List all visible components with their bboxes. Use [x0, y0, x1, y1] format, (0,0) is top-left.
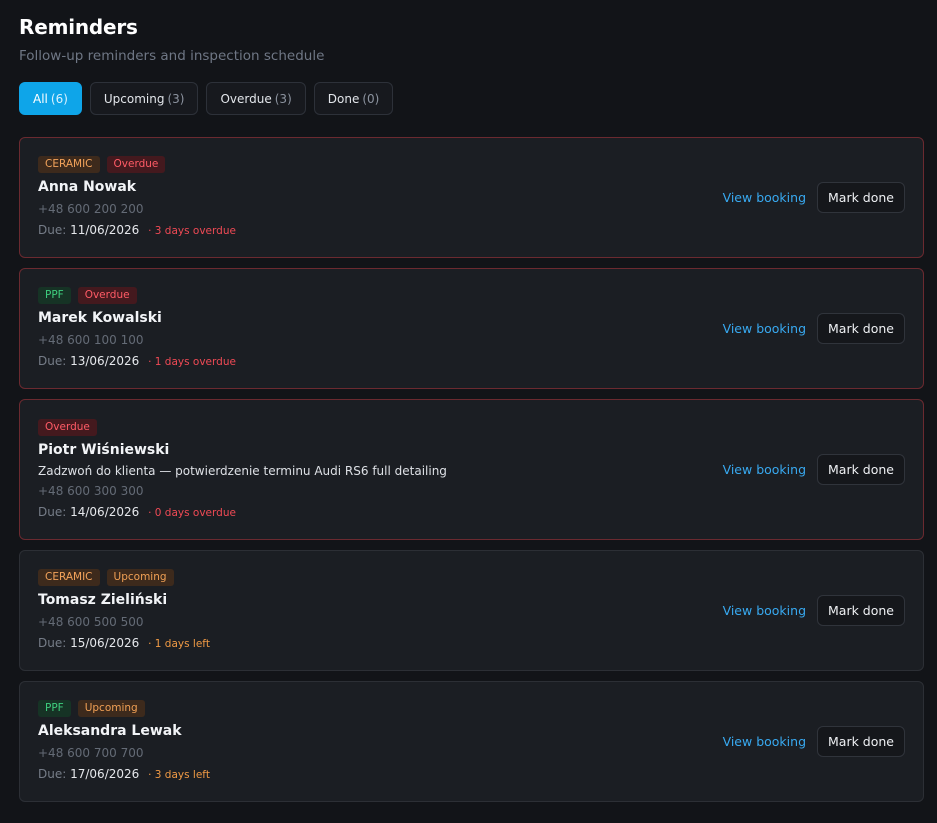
filter-tab-upcoming[interactable]: Upcoming (3): [89, 82, 199, 115]
due-label: Due:: [38, 504, 67, 519]
view-booking-link[interactable]: View booking: [723, 321, 806, 336]
reminder-actions: View booking Mark done: [723, 182, 905, 213]
due-line: Due: 17/06/2026 · 3 days left: [38, 766, 210, 783]
reminder-tags: PPF Overdue: [38, 287, 236, 304]
service-tag: PPF: [38, 700, 71, 717]
client-phone: +48 600 200 200: [38, 202, 144, 216]
service-tag: PPF: [38, 287, 71, 304]
due-delta: · 0 days overdue: [148, 506, 236, 519]
filter-tabs: All (6) Upcoming (3) Overdue (3) Done (0…: [19, 82, 924, 115]
reminder-details: PPF Upcoming Aleksandra Lewak +48 600 70…: [38, 700, 210, 783]
filter-tab-all[interactable]: All (6): [19, 82, 82, 115]
due-date: 15/06/2026: [70, 636, 140, 650]
client-phone: +48 600 500 500: [38, 615, 144, 629]
client-phone: +48 600 700 700: [38, 746, 144, 760]
due-line: Due: 13/06/2026 · 1 days overdue: [38, 353, 236, 370]
reminder-actions: View booking Mark done: [723, 726, 905, 757]
view-booking-link[interactable]: View booking: [723, 603, 806, 618]
client-phone: +48 600 300 300: [38, 483, 144, 498]
mark-done-button[interactable]: Mark done: [817, 595, 905, 626]
client-phone: +48 600 100 100: [38, 333, 144, 347]
page-title: Reminders: [19, 15, 138, 39]
status-badge: Overdue: [106, 156, 166, 173]
due-date: 11/06/2026: [70, 223, 140, 237]
reminder-actions: View booking Mark done: [723, 313, 905, 344]
filter-label: Upcoming: [103, 91, 165, 106]
status-badge: Overdue: [77, 287, 137, 304]
mark-done-button[interactable]: Mark done: [817, 726, 905, 757]
mark-done-button[interactable]: Mark done: [817, 182, 905, 213]
due-delta: · 3 days overdue: [148, 225, 236, 237]
due-line: Due: 11/06/2026 · 3 days overdue: [38, 222, 236, 239]
reminder-details: CERAMIC Overdue Anna Nowak +48 600 200 2…: [38, 156, 236, 239]
reminder-note: Zadzwoń do klienta — potwierdzenie termi…: [38, 463, 447, 478]
due-line: Due: 15/06/2026 · 1 days left: [38, 635, 210, 652]
due-date: 14/06/2026: [70, 504, 140, 519]
due-date: 13/06/2026: [70, 354, 140, 368]
reminder-details: Overdue Piotr Wiśniewski Zadzwoń do klie…: [38, 418, 447, 521]
filter-label: Overdue: [220, 91, 272, 106]
reminder-list: CERAMIC Overdue Anna Nowak +48 600 200 2…: [19, 137, 924, 802]
due-label: Due:: [38, 354, 67, 368]
due-label: Due:: [38, 767, 67, 781]
reminder-tags: PPF Upcoming: [38, 700, 210, 717]
reminder-card: CERAMIC Overdue Anna Nowak +48 600 200 2…: [19, 137, 924, 258]
due-label: Due:: [38, 636, 67, 650]
view-booking-link[interactable]: View booking: [723, 734, 806, 749]
service-tag: CERAMIC: [38, 156, 100, 173]
status-badge: Upcoming: [77, 700, 145, 717]
reminder-card: CERAMIC Upcoming Tomasz Zieliński +48 60…: [19, 550, 924, 671]
client-name: Marek Kowalski: [38, 310, 162, 326]
filter-tab-overdue[interactable]: Overdue (3): [206, 82, 306, 115]
due-delta: · 3 days left: [148, 769, 210, 781]
reminders-page: Reminders Follow-up reminders and inspec…: [0, 0, 937, 802]
reminder-details: PPF Overdue Marek Kowalski +48 600 100 1…: [38, 287, 236, 370]
mark-done-button[interactable]: Mark done: [817, 454, 905, 485]
service-tag: CERAMIC: [38, 569, 100, 586]
reminder-card: PPF Upcoming Aleksandra Lewak +48 600 70…: [19, 681, 924, 802]
client-name: Tomasz Zieliński: [38, 592, 168, 608]
filter-tab-done[interactable]: Done (0): [313, 82, 394, 115]
due-line: Due: 14/06/2026 · 0 days overdue: [38, 504, 447, 521]
filter-label: All: [33, 91, 48, 106]
reminder-tags: CERAMIC Upcoming: [38, 569, 210, 586]
client-name: Piotr Wiśniewski: [38, 441, 170, 458]
mark-done-button[interactable]: Mark done: [817, 313, 905, 344]
client-name: Anna Nowak: [38, 179, 137, 195]
filter-label: Done: [327, 91, 360, 106]
reminder-card: PPF Overdue Marek Kowalski +48 600 100 1…: [19, 268, 924, 389]
reminder-details: CERAMIC Upcoming Tomasz Zieliński +48 60…: [38, 569, 210, 652]
due-label: Due:: [38, 223, 67, 237]
client-name: Aleksandra Lewak: [38, 723, 182, 739]
status-badge: Overdue: [38, 418, 97, 436]
status-badge: Upcoming: [106, 569, 174, 586]
filter-count: (3): [274, 91, 292, 106]
reminder-tags: CERAMIC Overdue: [38, 156, 236, 173]
due-delta: · 1 days overdue: [148, 356, 236, 368]
reminder-actions: View booking Mark done: [723, 595, 905, 626]
reminder-actions: View booking Mark done: [723, 454, 905, 485]
reminder-tags: Overdue: [38, 418, 447, 436]
reminder-card: Overdue Piotr Wiśniewski Zadzwoń do klie…: [19, 399, 924, 540]
filter-count: (3): [167, 91, 185, 106]
filter-count: (6): [50, 91, 68, 106]
filter-count: (0): [362, 91, 380, 106]
due-delta: · 1 days left: [148, 638, 210, 650]
view-booking-link[interactable]: View booking: [723, 462, 806, 477]
view-booking-link[interactable]: View booking: [723, 190, 806, 205]
due-date: 17/06/2026: [70, 767, 140, 781]
page-subtitle: Follow-up reminders and inspection sched…: [19, 48, 325, 64]
